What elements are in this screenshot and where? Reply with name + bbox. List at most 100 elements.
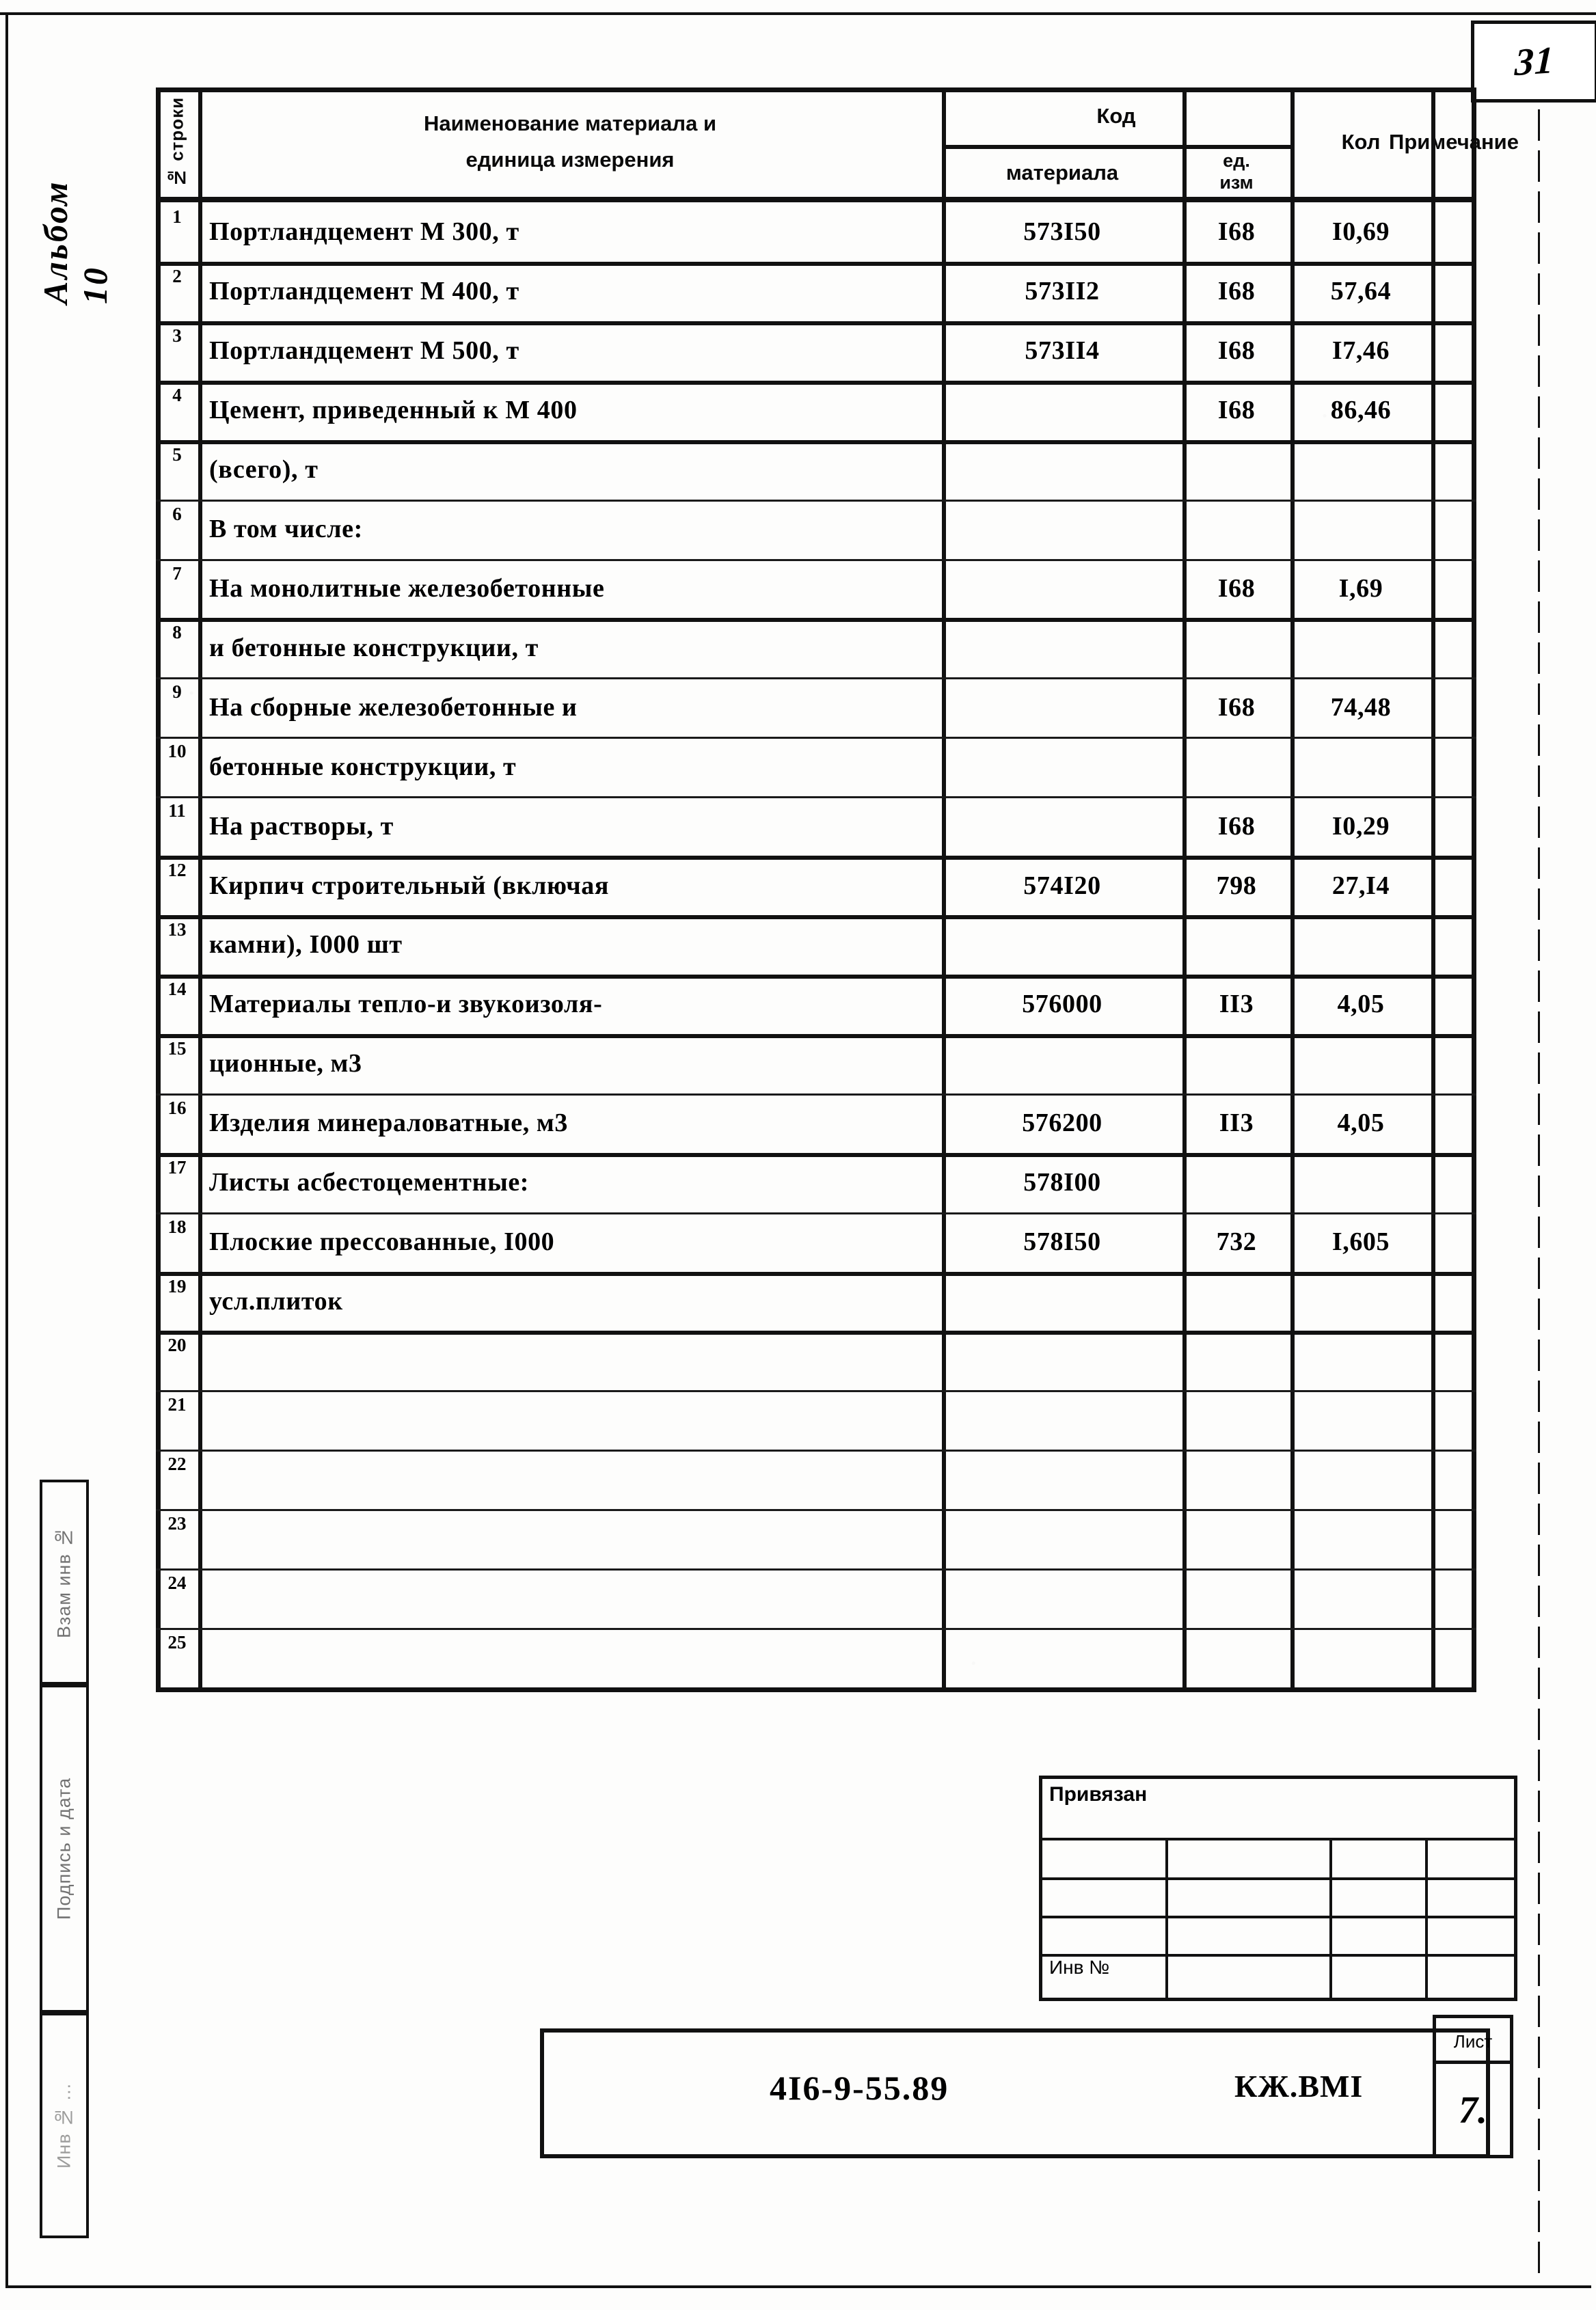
table-cell-row-number: 19	[167, 1275, 187, 1296]
table-row: 21	[156, 1390, 1476, 1450]
privyazan-vline-2	[1329, 1838, 1332, 1998]
table-cell-material-code	[942, 1272, 1182, 1331]
table-row: 14 Материалы тепло-и звукоизоля- 576000 II3…	[156, 975, 1476, 1034]
table-cell-quantity: 86,46	[1330, 396, 1392, 425]
privyazan-hline-2	[1042, 1877, 1514, 1880]
table-cell-material-name: Цемент, приведенный к М 400	[209, 396, 578, 425]
table-cell-material-name: Изделия минераловатные, м3	[209, 1109, 569, 1138]
table-cell-material-name	[198, 1509, 953, 1568]
table-cell-unit-code: I68	[1217, 692, 1256, 722]
table-cell-unit-code: I68	[1217, 396, 1256, 425]
table-cell-row-number: 17	[167, 1156, 187, 1178]
table-cell-quantity: 4,05	[1337, 1109, 1385, 1138]
header-name-unit: Наименование материала и единица измерени…	[198, 87, 942, 197]
table-cell-material-name: бетонные конструкции, т	[209, 752, 517, 781]
table-cell-material-name: камни), I000 шт	[209, 930, 403, 960]
page-frame-right-dashed	[1538, 27, 1540, 2276]
document-mark: КЖ.ВМI	[1234, 2069, 1364, 2104]
table-cell-quantity	[1290, 500, 1431, 559]
header-code: Код	[1096, 103, 1136, 128]
document-number: 4I6-9-55.89	[770, 2069, 949, 2107]
table-cell-unit-code	[1182, 1568, 1290, 1628]
table-cell-note	[1431, 321, 1476, 381]
header-row-number: № строки	[166, 96, 187, 188]
table-row: 23	[156, 1509, 1476, 1568]
privyazan-hline-1	[1042, 1838, 1514, 1840]
table-cell-material-name: усл.плиток	[209, 1287, 343, 1316]
sheet-label: Лист	[1453, 2030, 1493, 2052]
table-cell-quantity	[1290, 440, 1431, 500]
table-cell-material-code	[942, 677, 1182, 737]
table-cell-quantity	[1290, 737, 1431, 796]
table-header-separator	[156, 197, 1476, 202]
table-cell-row-number: 14	[167, 978, 187, 999]
table-cell-material-code: 573I50	[1023, 217, 1101, 247]
table-cell-quantity	[1290, 618, 1431, 677]
table-row: 7 На монолитные железобетонные I68 I,69	[156, 559, 1476, 619]
table-cell-unit-code	[1182, 1509, 1290, 1568]
table-cell-note	[1431, 1093, 1476, 1153]
table-cell-note	[1431, 796, 1476, 856]
table-cell-row-number: 5	[172, 444, 182, 465]
table-row: 6 В том числе:	[156, 500, 1476, 559]
table-cell-unit-code	[1182, 1450, 1290, 1509]
table-cell-material-code: 574I20	[1023, 871, 1101, 900]
table-cell-material-code: 576000	[1022, 990, 1103, 1019]
table-cell-unit-code: I68	[1217, 336, 1256, 366]
table-cell-material-code	[942, 559, 1182, 619]
table-cell-unit-code	[1182, 915, 1290, 975]
table-cell-material-code: 576200	[1022, 1109, 1103, 1138]
table-cell-material-name: На растворы, т	[209, 811, 394, 841]
table-cell-quantity	[1290, 1034, 1431, 1093]
table-cell-note	[1431, 1034, 1476, 1093]
table-cell-material-name: Материалы тепло-и звукоизоля-	[209, 990, 603, 1019]
table-row: 24	[156, 1568, 1476, 1628]
table-cell-unit-code	[1182, 1628, 1290, 1687]
table-row: 8 и бетонные конструкции, т	[156, 618, 1476, 677]
page-number-box: 31	[1471, 21, 1596, 103]
header-code-unit-line1: ед.	[1223, 150, 1250, 172]
table-cell-material-name: Плоские прессованные, I000	[209, 1227, 555, 1257]
table-cell-unit-code	[1182, 737, 1290, 796]
table-cell-row-number: 11	[168, 800, 186, 821]
table-cell-material-code	[942, 381, 1182, 440]
table-cell-material-name: Портландцемент М 400, т	[209, 277, 519, 306]
table-cell-material-code	[942, 915, 1182, 975]
table-cell-note	[1431, 1628, 1476, 1687]
table-cell-material-code: 578I00	[1023, 1168, 1101, 1197]
table-cell-unit-code: II3	[1219, 1109, 1254, 1138]
table-cell-material-code	[942, 1450, 1182, 1509]
table-cell-row-number: 9	[172, 681, 182, 703]
table-cell-quantity	[1290, 1450, 1431, 1509]
table-cell-material-name: и бетонные конструкции, т	[209, 633, 539, 662]
table-cell-unit-code: 798	[1216, 871, 1257, 900]
table-cell-row-number: 6	[172, 503, 182, 524]
table-cell-quantity	[1290, 1272, 1431, 1331]
table-cell-material-name	[198, 1331, 953, 1390]
table-cell-quantity	[1290, 1568, 1431, 1628]
header-code-unit: ед. изм	[1182, 148, 1290, 197]
margin-label-podpis-data: Подпись и дата	[53, 1777, 75, 1920]
table-cell-note	[1431, 856, 1476, 915]
table-cell-unit-code: I68	[1217, 811, 1256, 841]
table-cell-row-number: 2	[172, 265, 182, 286]
page-frame-left	[5, 12, 8, 2288]
table-cell-quantity	[1290, 1153, 1431, 1212]
table-cell-note	[1431, 1212, 1476, 1272]
table-cell-row-number: 7	[172, 562, 182, 584]
sheet-separator	[1436, 2061, 1510, 2064]
table-cell-note	[1431, 1450, 1476, 1509]
table-row: 13 камни), I000 шт	[156, 915, 1476, 975]
table-cell-row-number: 18	[167, 1216, 187, 1237]
table-cell-material-code	[942, 500, 1182, 559]
table-cell-quantity: I0,29	[1331, 811, 1390, 841]
materials-table: № строки Наименование материала и единица …	[156, 87, 1519, 1692]
table-cell-quantity	[1290, 1509, 1431, 1568]
table-cell-row-number: 1	[172, 206, 182, 227]
table-cell-material-name: На сборные железобетонные и	[209, 692, 578, 722]
table-cell-quantity	[1290, 1628, 1431, 1687]
table-cell-unit-code	[1182, 618, 1290, 677]
table-row: 17 Листы асбестоцементные: 578I00	[156, 1153, 1476, 1212]
table-row: 4 Цемент, приведенный к М 400 I68 86,46	[156, 381, 1476, 440]
table-cell-note	[1431, 677, 1476, 737]
